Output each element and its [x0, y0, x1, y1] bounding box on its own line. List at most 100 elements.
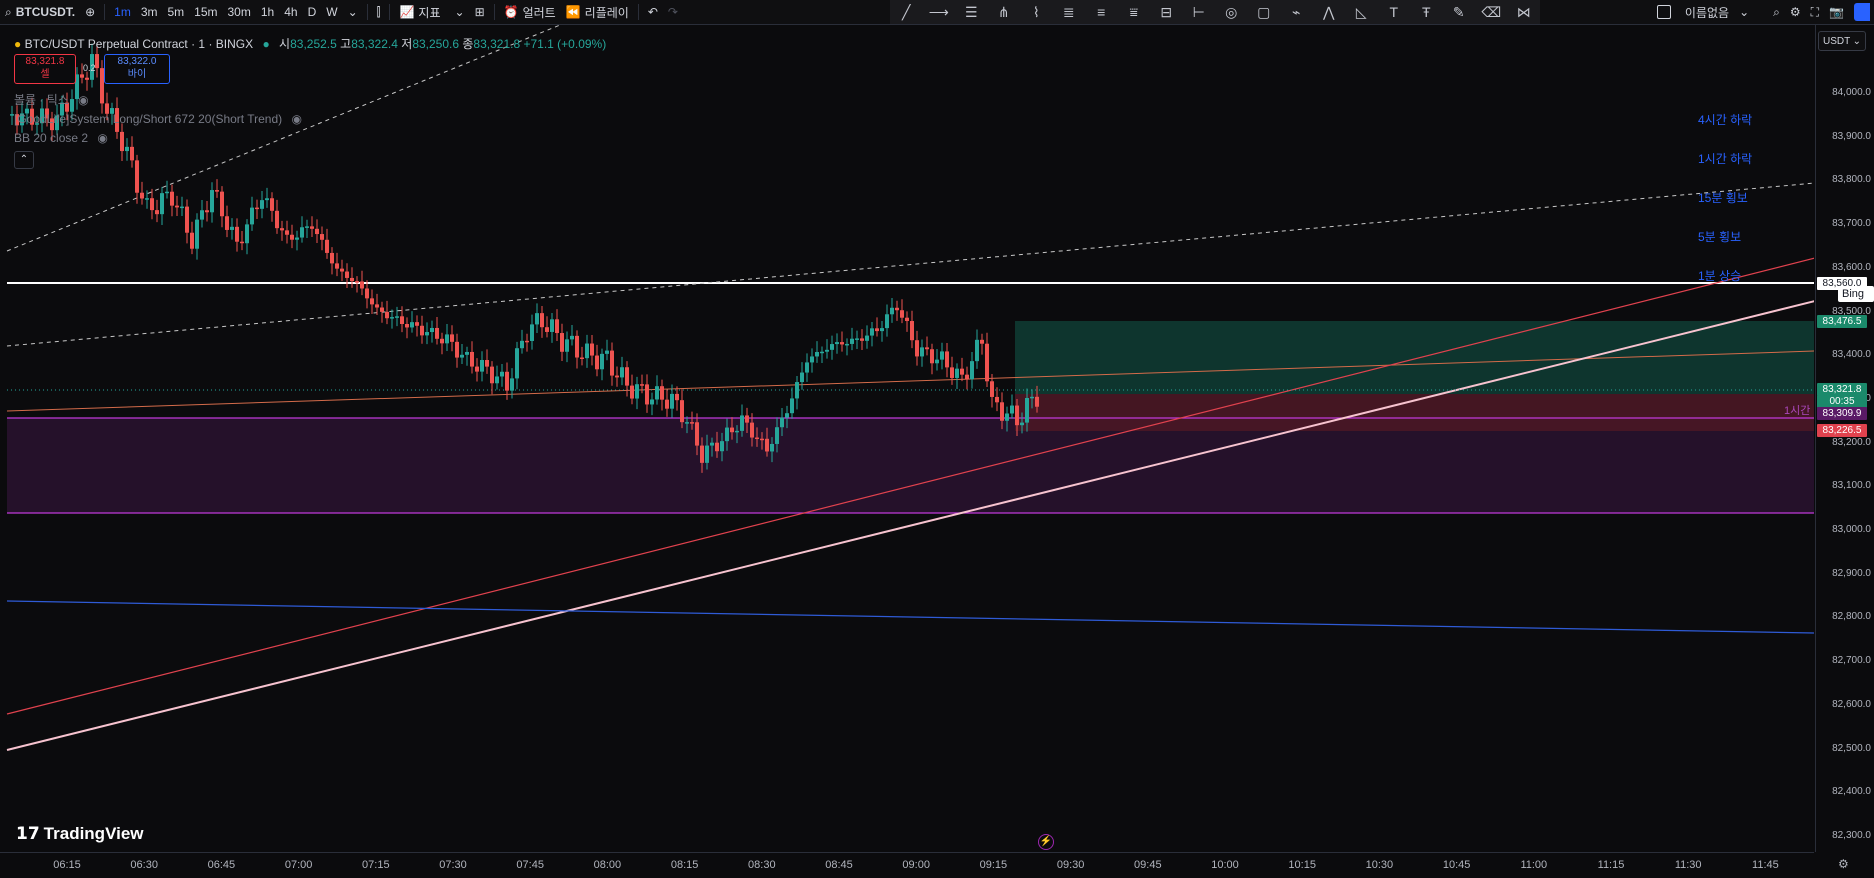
candle-body — [680, 400, 684, 423]
change-value: +71.1 (+0.09%) — [523, 37, 607, 51]
tradingview-logo[interactable]: 𝟭𝟳 TradingView — [16, 824, 144, 844]
fib-extension-icon[interactable]: ≡ — [1091, 2, 1111, 22]
legend-title[interactable]: BTC/USDT Perpetual Contract · 1 · BINGX — [25, 37, 254, 51]
rectangle-icon[interactable]: ▢ — [1254, 2, 1274, 22]
candle-body — [215, 190, 219, 192]
close-label: 종 — [462, 37, 474, 51]
time-axis[interactable]: 06:15 06:30 06:45 07:00 07:15 07:30 07:45 08:00… — [0, 852, 1814, 878]
time-tick-label: 10:45 — [1442, 859, 1471, 871]
interval-15m[interactable]: 15m — [189, 0, 222, 24]
collapse-legend-button[interactable]: ⌃ — [14, 151, 34, 169]
buy-price: 83,322.0 — [117, 56, 157, 67]
blue-trendline — [6, 600, 1814, 634]
interval-30m[interactable]: 30m — [223, 0, 256, 24]
candle-body — [505, 371, 509, 391]
indicator-1-label: [GoodLife]System Long/Short 672 20(Short… — [14, 112, 283, 126]
candle-body — [375, 304, 379, 308]
text-icon[interactable]: T — [1384, 2, 1404, 22]
candle-body — [1025, 397, 1029, 423]
candle-body — [425, 332, 429, 336]
fib-retracement-icon[interactable]: ≣ — [1059, 2, 1079, 22]
publish-button[interactable] — [1854, 3, 1870, 21]
undo-icon[interactable]: ↶ — [643, 0, 663, 24]
price-axis[interactable]: 84,000.0 83,900.0 83,800.0 83,700.0 83,600.0… — [1815, 25, 1874, 852]
templates-icon[interactable]: ⊞ — [470, 0, 490, 24]
replay-button[interactable]: ⏪ 리플레이 — [561, 0, 634, 24]
indicator-legend-2[interactable]: BB 20 close 2 ◉ — [14, 131, 108, 145]
redo-icon[interactable]: ↷ — [663, 0, 683, 24]
candle-body — [1000, 402, 1004, 421]
interval-3m[interactable]: 3m — [136, 0, 163, 24]
circle-icon[interactable]: ◎ — [1221, 2, 1241, 22]
candle-body — [335, 263, 339, 269]
interval-5m[interactable]: 5m — [162, 0, 189, 24]
candle-body — [930, 349, 934, 364]
candle-body — [530, 324, 534, 341]
candle-type-icon[interactable]: ⫿ — [372, 0, 386, 24]
chevron-down-icon[interactable]: ⌄ — [343, 0, 363, 24]
volume-legend[interactable]: 볼륨 · 틱스 ◉ — [14, 91, 89, 108]
sell-button[interactable]: 83,321.8 셀 — [14, 54, 76, 84]
fib-channel-icon[interactable]: ⩸ — [1124, 2, 1144, 22]
eye-icon[interactable]: ◉ — [292, 112, 302, 126]
candle-body — [725, 427, 729, 442]
time-axis-settings-icon[interactable]: ⚙ — [1838, 857, 1849, 871]
text-note-icon[interactable]: Ŧ — [1416, 2, 1436, 22]
candle-body — [920, 347, 924, 357]
add-symbol-icon[interactable]: ⊕ — [80, 0, 100, 24]
layout-name[interactable]: 이름없음 — [1685, 4, 1729, 21]
range-icon[interactable]: ⊢ — [1189, 2, 1209, 22]
lightning-icon[interactable]: ⚡ — [1038, 834, 1054, 850]
ray-icon[interactable]: ⟶ — [929, 2, 949, 22]
path-icon[interactable]: ⌁ — [1286, 2, 1306, 22]
pitchfork-icon[interactable]: ⋔ — [994, 2, 1014, 22]
time-tick-label: 09:45 — [1134, 859, 1162, 871]
price-chart[interactable] — [0, 25, 1814, 852]
indicator-legend-1[interactable]: [GoodLife]System Long/Short 672 20(Short… — [14, 112, 302, 126]
settings-gear-icon[interactable]: ⚙ — [1790, 5, 1801, 19]
gann-icon[interactable]: ⊟ — [1156, 2, 1176, 22]
candle-body — [470, 351, 474, 367]
candle-body — [310, 226, 314, 229]
candle-body — [320, 234, 324, 240]
quick-search-icon[interactable]: ⌕ — [1773, 5, 1780, 20]
candle-body — [575, 335, 579, 358]
alert-button[interactable]: ⏰ 얼러트 — [499, 0, 561, 24]
open-label: 시 — [279, 37, 291, 51]
symbol-search[interactable]: ⌕ BTCUSDT. — [0, 0, 80, 24]
indicators-button[interactable]: 📈 지표 ⌄ — [394, 0, 469, 24]
trendline-icon[interactable]: ╱ — [896, 2, 916, 22]
eye-icon[interactable]: ◉ — [78, 93, 88, 107]
interval-4h[interactable]: 4h — [279, 0, 302, 24]
buy-button[interactable]: 83,322.0 바이 — [104, 54, 170, 84]
interval-d[interactable]: D — [303, 0, 322, 24]
interval-1m[interactable]: 1m — [109, 0, 136, 24]
divider — [104, 4, 106, 20]
interval-w[interactable]: W — [321, 0, 342, 24]
parallel-channel-icon[interactable]: ☰ — [961, 2, 981, 22]
chevron-down-icon[interactable]: ⌄ — [1739, 5, 1749, 19]
pattern-icon[interactable]: ⋀ — [1319, 2, 1339, 22]
candle-body — [970, 361, 974, 380]
time-tick-label: 07:00 — [284, 859, 313, 871]
highlighter-icon[interactable]: ⌫ — [1481, 2, 1501, 22]
camera-icon[interactable]: 📷 — [1829, 5, 1844, 19]
zigzag-icon[interactable]: ⌇ — [1026, 2, 1046, 22]
time-tick-label: 08:30 — [748, 859, 776, 871]
elliott-icon[interactable]: ⋈ — [1514, 2, 1534, 22]
candle-body — [160, 193, 164, 215]
fullscreen-icon[interactable]: ⛶ — [1811, 5, 1819, 20]
price-tick-label: 83,100.0 — [1832, 480, 1871, 492]
candle-body — [650, 399, 654, 405]
currency-selector[interactable]: USDT ⌄ — [1818, 31, 1866, 51]
brush-icon[interactable]: ✎ — [1449, 2, 1469, 22]
candle-body — [860, 338, 864, 341]
eye-icon[interactable]: ◉ — [97, 131, 107, 145]
layout-checkbox[interactable] — [1656, 5, 1671, 19]
candle-body — [190, 232, 194, 249]
indicators-icon: 📈 — [399, 5, 415, 19]
candle-body — [290, 234, 294, 240]
triangle-icon[interactable]: ◺ — [1351, 2, 1371, 22]
interval-1h[interactable]: 1h — [256, 0, 279, 24]
price-tick-label: 82,500.0 — [1832, 742, 1871, 754]
